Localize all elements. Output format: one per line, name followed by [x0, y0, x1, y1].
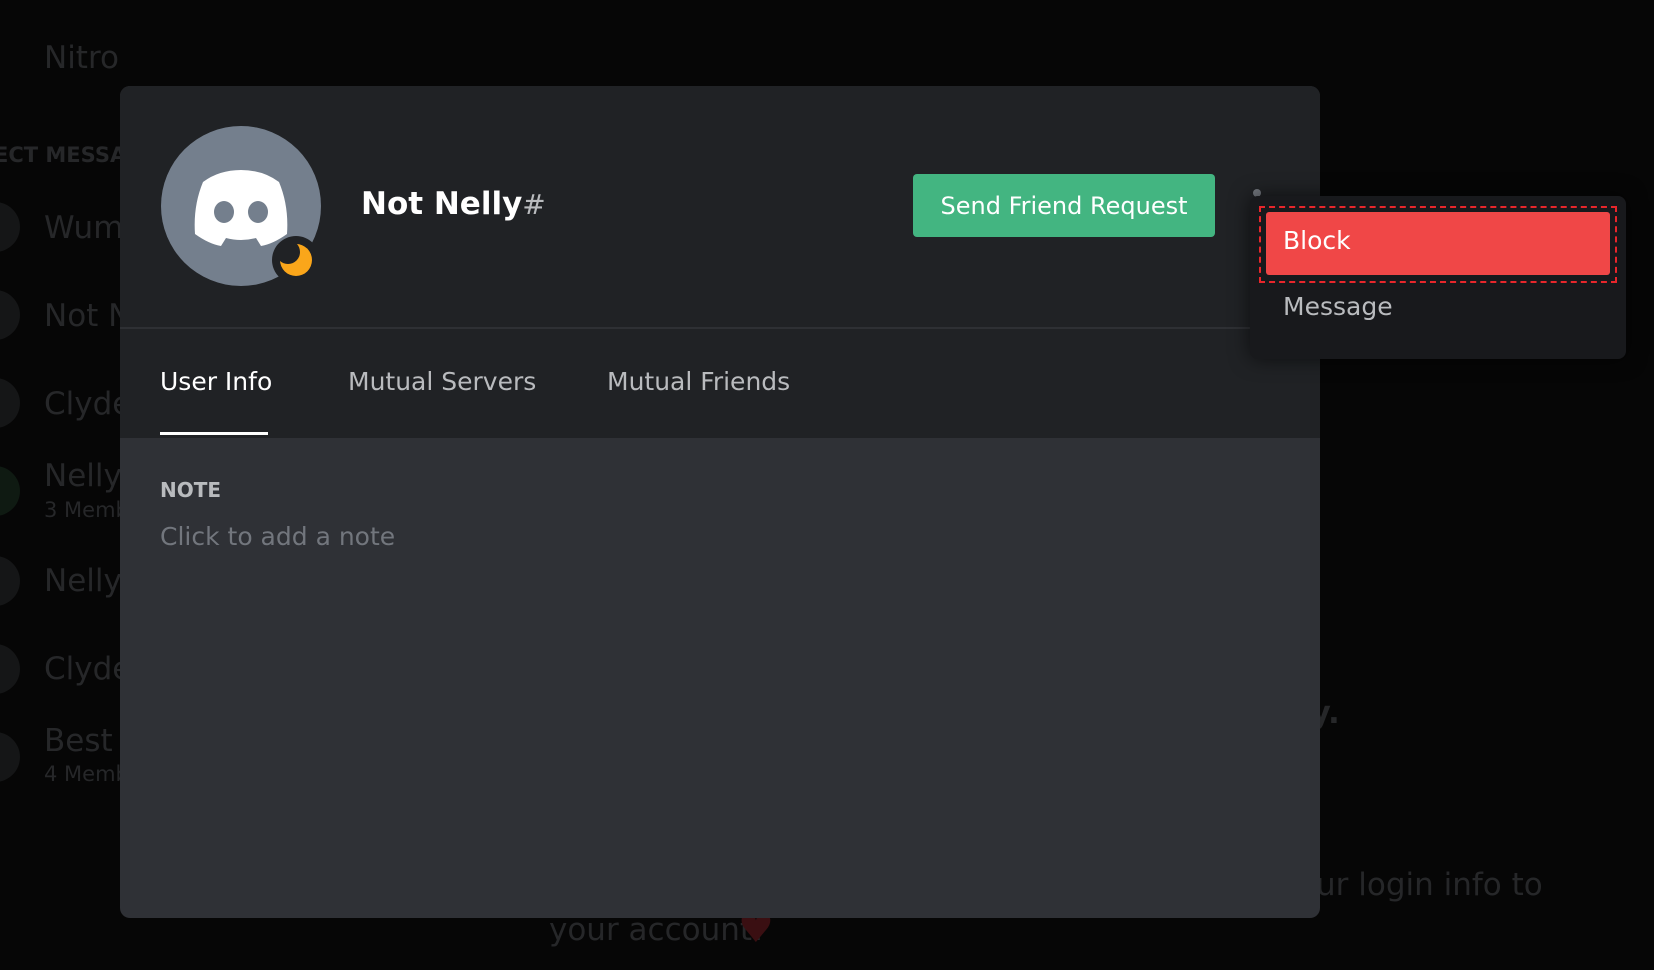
- dm-item: Not N: [44, 298, 132, 334]
- note-label: NOTE: [160, 478, 222, 502]
- tab-mutual-friends[interactable]: Mutual Friends: [607, 367, 790, 396]
- tab-mutual-servers[interactable]: Mutual Servers: [348, 367, 536, 396]
- send-friend-request-button[interactable]: Send Friend Request: [913, 174, 1215, 237]
- tab-user-info[interactable]: User Info: [160, 367, 272, 396]
- menu-item-message[interactable]: Message: [1266, 292, 1610, 338]
- divider: [120, 327, 1320, 329]
- discriminator: #: [522, 188, 546, 221]
- context-menu: Block Message: [1250, 196, 1626, 359]
- dm-header: ECT MESSA: [0, 143, 127, 167]
- note-input[interactable]: Click to add a note: [160, 522, 395, 551]
- menu-item-block[interactable]: Block: [1266, 212, 1610, 275]
- bg-text: ur login info to: [1316, 867, 1543, 903]
- username-text: Not Nelly: [361, 186, 523, 222]
- active-tab-indicator: [160, 432, 268, 435]
- username: Not Nelly#: [361, 186, 546, 222]
- nitro-link: Nitro: [44, 40, 119, 76]
- dm-item-sub: 3 Memb: [44, 498, 129, 522]
- dm-item-sub: 4 Memb: [44, 762, 129, 786]
- dm-item: Clyde: [44, 386, 132, 422]
- dm-item: Nelly: [44, 563, 122, 599]
- dm-item: Clyde: [44, 651, 132, 687]
- dm-item: Wum: [44, 210, 124, 246]
- dm-item: Nelly,: [44, 458, 132, 494]
- idle-status-icon: [272, 236, 320, 284]
- user-profile-modal: Not Nelly# Send Friend Request User Info…: [120, 86, 1320, 918]
- profile-header: Not Nelly# Send Friend Request User Info…: [120, 86, 1320, 438]
